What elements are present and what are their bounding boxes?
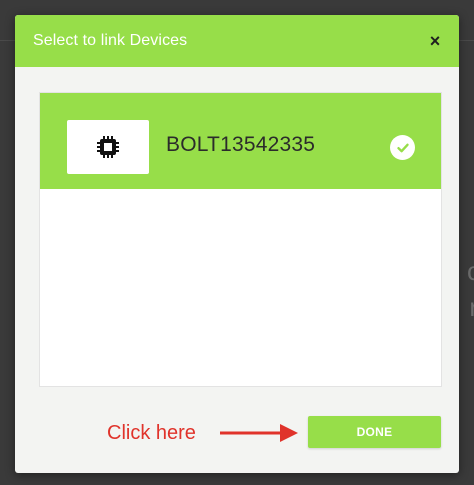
modal-header: Select to link Devices ×: [15, 15, 459, 67]
link-devices-modal: Select to link Devices × BOLT13542335 Cl…: [15, 15, 459, 473]
click-here-annotation: Click here: [107, 422, 196, 444]
device-name: BOLT13542335: [166, 133, 316, 156]
device-list: BOLT13542335: [39, 92, 442, 387]
right-arrow-icon: [220, 424, 298, 442]
background-text-fragment: r: [469, 292, 474, 322]
close-button[interactable]: ×: [427, 32, 443, 50]
selected-check-icon: [390, 135, 415, 160]
background-text-fragment: c: [467, 256, 474, 286]
device-thumbnail: [67, 120, 149, 174]
chip-icon: [97, 136, 119, 158]
device-list-item[interactable]: BOLT13542335: [40, 93, 441, 189]
done-button[interactable]: DONE: [308, 416, 441, 448]
modal-title: Select to link Devices: [33, 32, 188, 49]
